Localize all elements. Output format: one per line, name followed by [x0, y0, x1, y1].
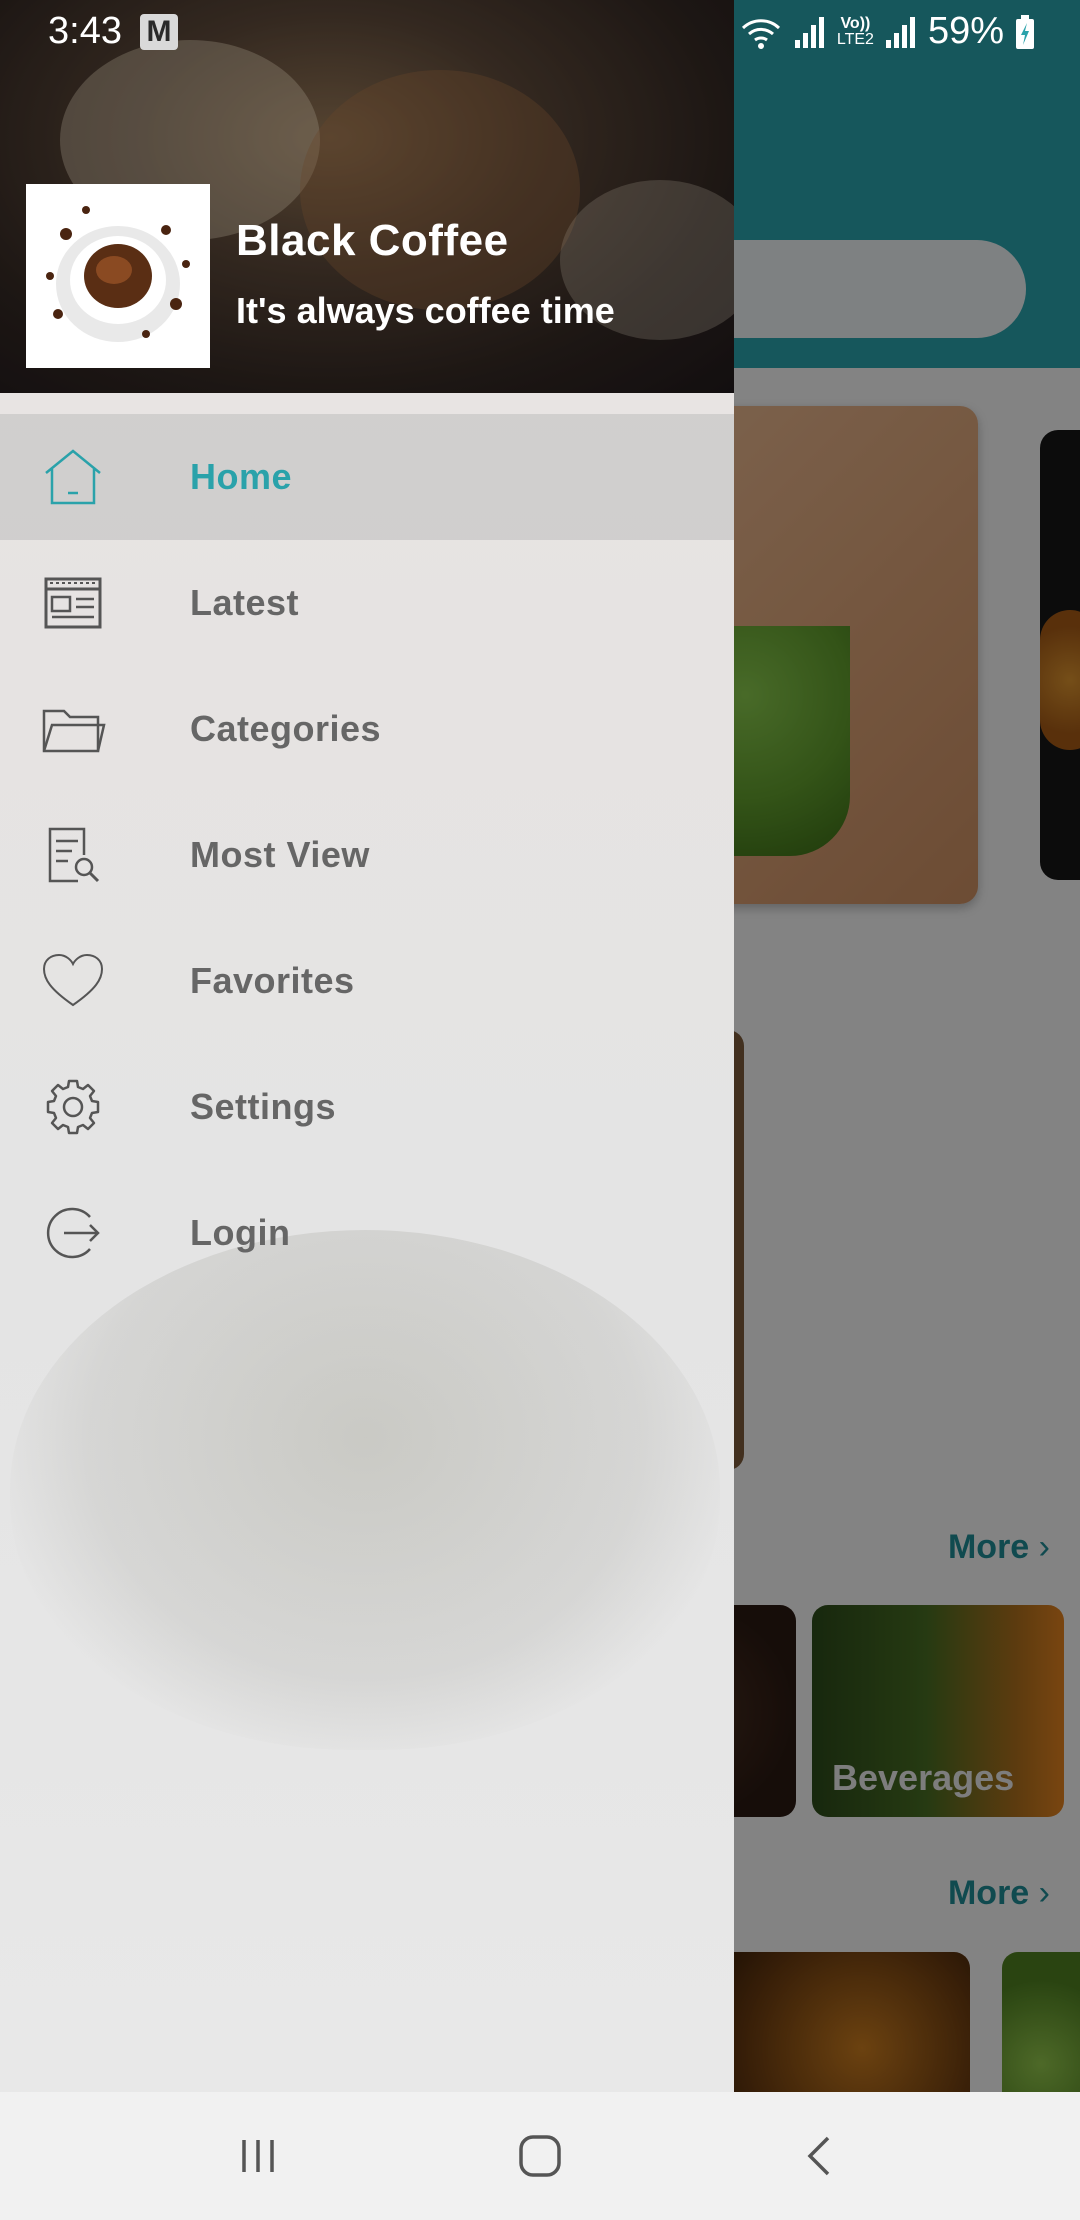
drawer-background-image	[10, 1230, 720, 1750]
system-navigation-bar	[0, 2092, 1080, 2220]
menu-item-settings[interactable]: Settings	[0, 1044, 734, 1170]
document-search-icon	[40, 825, 106, 885]
menu-item-login[interactable]: Login	[0, 1170, 734, 1296]
menu-label-home: Home	[190, 456, 293, 497]
menu-item-categories[interactable]: Categories	[0, 666, 734, 792]
gear-icon	[40, 1077, 106, 1137]
menu-label-latest: Latest	[190, 582, 300, 623]
menu-item-most-view[interactable]: Most View	[0, 792, 734, 918]
menu-label-categories: Categories	[190, 708, 382, 749]
menu-label-login: Login	[190, 1212, 291, 1253]
signal-icon	[793, 14, 827, 50]
menu-item-favorites[interactable]: Favorites	[0, 918, 734, 1044]
drawer-menu: Home Latest Categories Most View Favorit…	[0, 414, 734, 1296]
menu-item-latest[interactable]: Latest	[0, 540, 734, 666]
navigation-drawer: Black Coffee It's always coffee time Hom…	[0, 0, 734, 2092]
menu-label-settings: Settings	[190, 1086, 337, 1127]
home-button[interactable]	[504, 2120, 576, 2192]
gmail-notification-icon: M	[140, 14, 178, 50]
status-icons: Vo)) LTE2 59%	[739, 10, 1036, 53]
heart-icon	[40, 951, 106, 1011]
menu-item-home[interactable]: Home	[0, 414, 734, 540]
signal-icon-2	[884, 14, 918, 50]
home-icon	[40, 447, 106, 507]
battery-charging-icon	[1014, 13, 1036, 51]
status-bar: 3:43 M Vo)) LTE2 59%	[0, 0, 1080, 66]
app-logo	[26, 184, 210, 368]
menu-label-most-view: Most View	[190, 834, 370, 875]
recents-button[interactable]	[222, 2120, 294, 2192]
folder-icon	[40, 699, 106, 759]
app-tagline: It's always coffee time	[236, 290, 615, 331]
battery-percent: 59%	[927, 10, 1004, 52]
newspaper-icon	[40, 573, 106, 633]
status-time: 3:43	[48, 10, 122, 52]
logout-icon	[40, 1203, 106, 1263]
wifi-icon	[739, 12, 783, 52]
back-button[interactable]	[784, 2120, 856, 2192]
volte-lte-icon: Vo)) LTE2	[836, 14, 874, 48]
app-name: Black Coffee	[236, 216, 509, 265]
menu-label-favorites: Favorites	[190, 960, 355, 1001]
